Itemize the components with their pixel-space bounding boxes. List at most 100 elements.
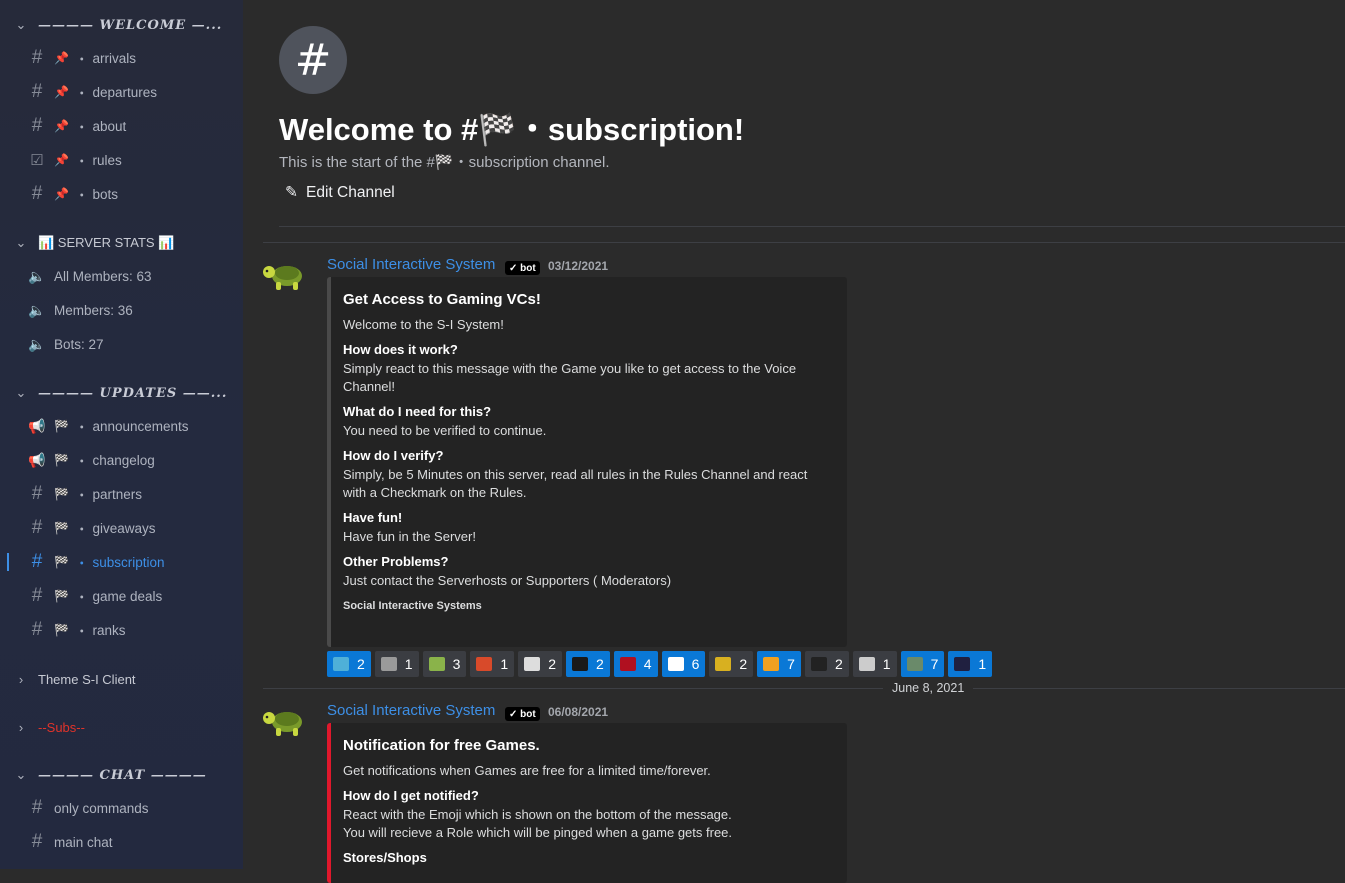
channel-label: bots [92,186,118,202]
turtle-avatar[interactable] [261,258,307,294]
reaction-count: 7 [787,656,795,672]
hashtag-icon: # [31,517,43,538]
channel-label: only commands [54,800,149,816]
reaction-count: 2 [834,656,843,672]
channel-partners[interactable]: # 🏁 ・ partners [26,481,236,507]
channel-game-deals[interactable]: # 🏁 ・ game deals [26,583,236,609]
channel-label: about [92,118,127,134]
reaction-button[interactable]: 4 [613,651,658,677]
category-theme-si-client[interactable]: › Theme S-I Client [12,668,136,690]
category-label: --Subs-- [38,719,85,735]
reaction-emoji-icon [428,657,445,671]
embed-field-name: Other Problems? [343,554,449,569]
reaction-button[interactable]: 2 [709,651,754,677]
channel-label: ranks [92,622,126,638]
category-welcome[interactable]: ⌄ ———— WELCOME —... [12,14,222,36]
reaction-button[interactable]: 1 [374,651,419,677]
channel-bots[interactable]: # 📌 ・ bots [26,181,236,207]
channel-main-chat[interactable]: # main chat [26,829,236,855]
embed-title: Get Access to Gaming VCs! [343,291,541,308]
hashtag-icon: # [31,81,43,102]
embed-field-value: You need to be verified to continue. [343,423,547,438]
reaction-button[interactable]: 1 [948,651,993,677]
message-author[interactable]: Social Interactive System [327,702,495,719]
hashtag-icon: # [31,797,43,818]
embed-field-name: How do I verify? [343,448,444,463]
channel-ranks[interactable]: # 🏁 ・ ranks [26,617,236,643]
category-label: 📊 SERVER STATS 📊 [38,235,175,250]
voice-channel-all-members[interactable]: 🔈 All Members: 63 [26,263,236,289]
embed-field-value: Have fun in the Server! [343,529,476,544]
reaction-button[interactable]: 2 [804,651,849,677]
reaction-count: 2 [595,656,604,672]
embed-field-value: Simply, be 5 Minutes on this server, rea… [343,467,808,500]
divider [263,242,1345,243]
pushpin-icon: 📌 [54,85,69,99]
message-author[interactable]: Social Interactive System [327,256,495,273]
channel-departures[interactable]: # 📌 ・ departures [26,79,236,105]
category-server-stats[interactable]: ⌄ 📊 SERVER STATS 📊 [12,232,175,254]
reaction-count: 2 [739,656,748,672]
welcome-subtitle: This is the start of the #🏁・subscription… [279,154,610,171]
reaction-count: 7 [930,656,939,672]
message-embed: Notification for free Games. Get notific… [327,723,847,883]
reaction-count: 1 [882,656,891,672]
reaction-button[interactable]: 1 [852,651,897,677]
turtle-avatar[interactable] [261,704,307,740]
channel-announcements[interactable]: 📢 🏁 ・ announcements [26,413,236,439]
bot-tag: ✓ bot [505,707,540,721]
reaction-bar: 2 1 3 1 2 2 4 6 2 7 2 1 7 1 [327,651,993,677]
voice-channel-members[interactable]: 🔈 Members: 36 [26,297,236,323]
reaction-button[interactable]: 7 [900,651,945,677]
category-updates[interactable]: ⌄ ———— UPDATES ——... [12,382,227,404]
reaction-button[interactable]: 2 [327,651,371,677]
channel-subscription[interactable]: # 🏁 ・ subscription [26,549,236,575]
edit-channel-button[interactable]: ✎ Edit Channel [285,183,395,202]
reaction-emoji-icon [571,657,588,671]
reaction-emoji-icon [763,657,780,671]
message-embed: Get Access to Gaming VCs! Welcome to the… [327,277,847,647]
reaction-button[interactable]: 2 [565,651,610,677]
category-subs[interactable]: › --Subs-- [12,716,85,738]
reaction-emoji-icon [380,657,397,671]
reaction-emoji-icon [619,657,636,671]
embed-title: Notification for free Games. [343,737,540,754]
channel-label: main chat [54,834,113,850]
channel-changelog[interactable]: 📢 🏁 ・ changelog [26,447,236,473]
reaction-button[interactable]: 2 [518,651,562,677]
reaction-button[interactable]: 1 [470,651,515,677]
reaction-button[interactable]: 3 [422,651,467,677]
channel-label: changelog [92,452,155,468]
channel-giveaways[interactable]: # 🏁 ・ giveaways [26,515,236,541]
channel-about[interactable]: # 📌 ・ about [26,113,236,139]
reaction-emoji-icon [810,657,827,671]
embed-description: Welcome to the S-I System! [343,317,504,332]
reaction-emoji-icon [858,657,875,671]
channel-label: arrivals [92,50,136,66]
voice-channel-bots[interactable]: 🔈 Bots: 27 [26,331,236,357]
channel-only-commands[interactable]: # only commands [26,795,236,821]
reaction-button[interactable]: 7 [757,651,801,677]
hashtag-icon: # [31,585,43,606]
category-label: ———— CHAT ———— [38,767,207,783]
channel-rules[interactable]: ☑ 📌 ・ rules [26,147,236,173]
channel-label: rules [92,152,122,168]
hashtag-icon: # [31,619,43,640]
pushpin-icon: 📌 [54,153,69,167]
reaction-count: 6 [691,656,700,672]
embed-field-name: Stores/Shops [343,850,427,865]
reaction-button[interactable]: 6 [661,651,706,677]
chat-area: # Welcome to #🏁・subscription! This is th… [243,0,1345,883]
hashtag-icon: # [31,115,43,136]
checkered-flag-icon: 🏁 [54,623,69,637]
channel-arrivals[interactable]: # 📌 ・ arrivals [26,45,236,71]
chevron-down-icon: ⌄ [15,235,27,250]
embed-footer: Social Interactive Systems [343,600,482,612]
message-timestamp: 06/08/2021 [548,705,609,719]
date-divider-label: June 8, 2021 [883,681,974,695]
reaction-emoji-icon [476,657,493,671]
reaction-count: 1 [500,656,509,672]
channel-label: subscription [92,554,165,570]
category-chat[interactable]: ⌄ ———— CHAT ———— [12,764,207,786]
channel-hashtag-icon: # [279,26,347,94]
